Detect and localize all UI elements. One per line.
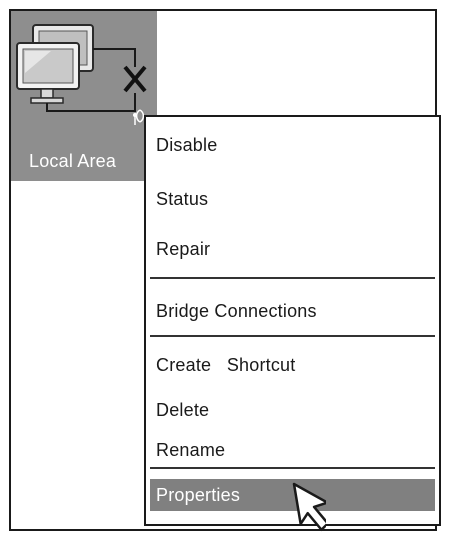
local-area-connection-tile[interactable]: Local Area xyxy=(11,11,157,181)
menu-separator xyxy=(150,277,435,279)
context-menu: Disable Status Repair Bridge Connections… xyxy=(144,115,441,526)
connection-name-label: Local Area xyxy=(29,151,117,171)
mouse-pointer-arrow-icon xyxy=(292,482,326,531)
menu-item-repair[interactable]: Repair xyxy=(156,239,210,260)
menu-separator xyxy=(150,335,435,337)
menu-item-bridge-connections[interactable]: Bridge Connections xyxy=(156,301,317,322)
menu-item-status[interactable]: Status xyxy=(156,189,208,210)
network-connections-window: Local Area Disable Status Repair Bridge … xyxy=(9,9,441,531)
screen: Local Area Disable Status Repair Bridge … xyxy=(0,0,450,555)
menu-item-rename[interactable]: Rename xyxy=(156,440,225,461)
menu-separator xyxy=(150,467,435,469)
menu-item-disable[interactable]: Disable xyxy=(156,135,217,156)
menu-item-create-shortcut[interactable]: Create Shortcut xyxy=(156,355,295,376)
wireless-antenna-icon xyxy=(133,109,145,125)
network-disconnected-icon xyxy=(16,24,147,125)
menu-item-delete[interactable]: Delete xyxy=(156,400,209,421)
